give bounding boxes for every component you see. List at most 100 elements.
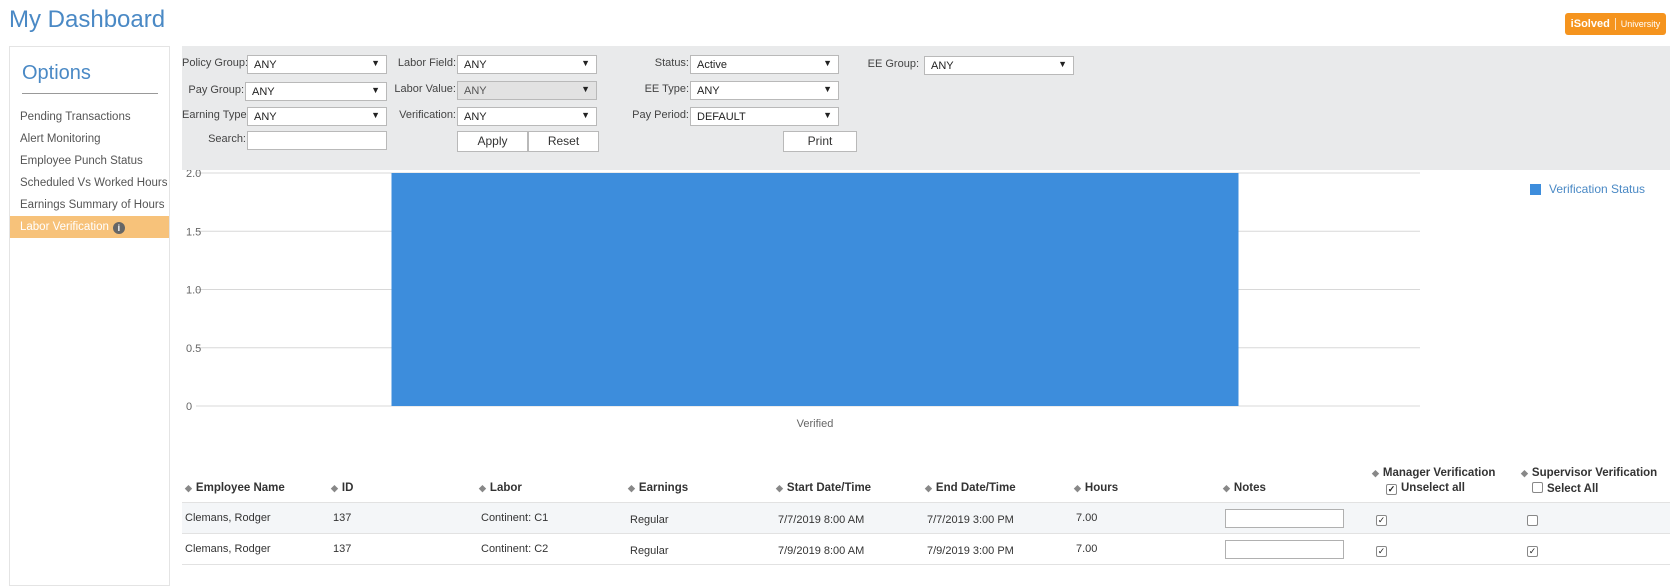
sidebar-item-employee-punch-status[interactable]: Employee Punch Status <box>10 150 169 172</box>
status-select[interactable]: Active ▼ <box>690 55 839 74</box>
cell-id: 137 <box>333 543 352 555</box>
labor-field-select[interactable]: ANY ▼ <box>457 55 597 74</box>
sort-icon: ◆ <box>1372 468 1379 478</box>
column-header-start-date[interactable]: ◆ Start Date/Time <box>776 482 871 494</box>
sidebar-title: Options <box>22 62 91 84</box>
earning-type-label: Earning Type: <box>182 109 250 121</box>
chevron-down-icon: ▼ <box>823 110 832 120</box>
bar-verified[interactable] <box>391 173 1239 406</box>
y-tick-label: 0.5 <box>186 343 201 355</box>
cell-employee-name: Clemans, Rodger <box>185 512 271 524</box>
cell-id: 137 <box>333 512 352 524</box>
sort-icon: ◆ <box>1223 483 1230 493</box>
sidebar-item-label: Labor Verification <box>20 221 109 233</box>
manager-unselect-all-checkbox[interactable]: ✓ <box>1386 484 1397 495</box>
notes-input[interactable] <box>1225 540 1344 559</box>
sort-icon: ◆ <box>331 483 338 493</box>
cell-hours: 7.00 <box>1076 543 1098 555</box>
search-input[interactable] <box>247 131 387 150</box>
supervisor-select-all[interactable]: Select All <box>1521 482 1598 495</box>
earning-type-select[interactable]: ANY ▼ <box>247 107 387 126</box>
column-header-labor[interactable]: ◆ Labor <box>479 482 522 494</box>
labor-field-label: Labor Field: <box>397 57 456 69</box>
ee-type-value: ANY <box>697 85 720 97</box>
sidebar-item-earnings-summary[interactable]: Earnings Summary of Hours <box>10 194 169 216</box>
column-header-earnings[interactable]: ◆ Earnings <box>628 482 688 494</box>
cell-hours: 7.00 <box>1076 512 1098 524</box>
chevron-down-icon: ▼ <box>371 58 380 68</box>
supervisor-verification-checkbox[interactable]: ✓ <box>1527 546 1538 557</box>
policy-group-select[interactable]: ANY ▼ <box>247 55 387 74</box>
verification-chart-svg: 0 0.5 1.0 1.5 2.0 Verified <box>186 168 1420 430</box>
table-row: Clemans, Rodger 137 Continent: C1 Regula… <box>182 503 1670 534</box>
info-icon[interactable]: i <box>112 222 125 234</box>
pay-period-value: DEFAULT <box>697 111 746 123</box>
sidebar-item-scheduled-vs-worked[interactable]: Scheduled Vs Worked Hours <box>10 172 169 194</box>
cell-start-date: 7/7/2019 8:00 AM <box>778 514 865 526</box>
chevron-down-icon: ▼ <box>581 58 590 68</box>
sort-icon: ◆ <box>185 483 192 493</box>
chevron-down-icon: ▼ <box>581 110 590 120</box>
labor-verification-table: ◆ Employee Name ◆ ID ◆ Labor ◆ Earnings ◆ Sta… <box>182 461 1670 565</box>
pay-period-select[interactable]: DEFAULT ▼ <box>690 107 839 126</box>
manager-unselect-all[interactable]: ✓ Unselect all <box>1372 482 1465 495</box>
earning-type-value: ANY <box>254 111 277 123</box>
print-button[interactable]: Print <box>783 131 857 152</box>
pay-group-value: ANY <box>252 86 275 98</box>
labor-value-select: ANY ▼ <box>457 81 597 100</box>
cell-start-date: 7/9/2019 8:00 AM <box>778 545 865 557</box>
brand-sub: University <box>1620 19 1661 29</box>
verification-label: Verification: <box>399 109 456 121</box>
reset-button[interactable]: Reset <box>528 131 599 152</box>
notes-input[interactable] <box>1225 509 1344 528</box>
sidebar-divider <box>22 93 158 94</box>
column-header-manager-verification[interactable]: ◆ Manager Verification <box>1372 467 1495 479</box>
supervisor-verification-checkbox[interactable] <box>1527 515 1538 526</box>
labor-field-value: ANY <box>464 59 487 71</box>
cell-labor: Continent: C1 <box>481 512 549 524</box>
status-label: Status: <box>654 57 689 69</box>
y-tick-label: 2.0 <box>186 170 201 180</box>
verification-chart: 0 0.5 1.0 1.5 2.0 Verified <box>182 168 1670 461</box>
cell-earnings: Regular <box>630 514 669 526</box>
column-header-employee-name[interactable]: ◆ Employee Name <box>185 482 285 494</box>
ee-group-select[interactable]: ANY ▼ <box>924 56 1074 75</box>
column-header-hours[interactable]: ◆ Hours <box>1074 482 1118 494</box>
isolved-university-logo[interactable]: iSolved University <box>1565 13 1666 35</box>
supervisor-select-all-checkbox[interactable] <box>1532 482 1543 493</box>
manager-verification-checkbox[interactable]: ✓ <box>1376 546 1387 557</box>
column-header-notes[interactable]: ◆ Notes <box>1223 482 1266 494</box>
manager-verification-checkbox[interactable]: ✓ <box>1376 515 1387 526</box>
sort-icon: ◆ <box>776 483 783 493</box>
column-header-end-date[interactable]: ◆ End Date/Time <box>925 482 1016 494</box>
legend-swatch <box>1530 183 1541 195</box>
apply-button[interactable]: Apply <box>457 131 528 152</box>
chevron-down-icon: ▼ <box>823 58 832 68</box>
sort-icon: ◆ <box>925 483 932 493</box>
search-label: Search: <box>208 133 246 145</box>
verification-value: ANY <box>464 111 487 123</box>
pay-group-select[interactable]: ANY ▼ <box>245 82 387 101</box>
brand-main: iSolved <box>1570 18 1610 30</box>
verification-select[interactable]: ANY ▼ <box>457 107 597 126</box>
pay-period-label: Pay Period: <box>632 109 689 121</box>
column-header-supervisor-verification[interactable]: ◆ Supervisor Verification <box>1521 467 1657 479</box>
sidebar-item-pending-transactions[interactable]: Pending Transactions <box>10 106 169 128</box>
y-tick-label: 0 <box>186 401 192 413</box>
brand-divider <box>1614 18 1616 30</box>
policy-group-value: ANY <box>254 59 277 71</box>
x-category-label: Verified <box>797 418 834 430</box>
column-header-id[interactable]: ◆ ID <box>331 482 353 494</box>
ee-type-label: EE Type: <box>644 83 689 95</box>
chevron-down-icon: ▼ <box>823 84 832 94</box>
sidebar-item-alert-monitoring[interactable]: Alert Monitoring <box>10 128 169 150</box>
labor-value-value: ANY <box>464 85 487 97</box>
ee-type-select[interactable]: ANY ▼ <box>690 81 839 100</box>
sort-icon: ◆ <box>1074 483 1081 493</box>
chevron-down-icon: ▼ <box>581 84 590 94</box>
cell-earnings: Regular <box>630 545 669 557</box>
sidebar-item-labor-verification[interactable]: Labor Verification i <box>10 216 169 238</box>
legend-label: Verification Status <box>1549 182 1646 196</box>
y-tick-label: 1.0 <box>186 285 201 297</box>
chart-legend[interactable]: Verification Status <box>1530 182 1645 196</box>
